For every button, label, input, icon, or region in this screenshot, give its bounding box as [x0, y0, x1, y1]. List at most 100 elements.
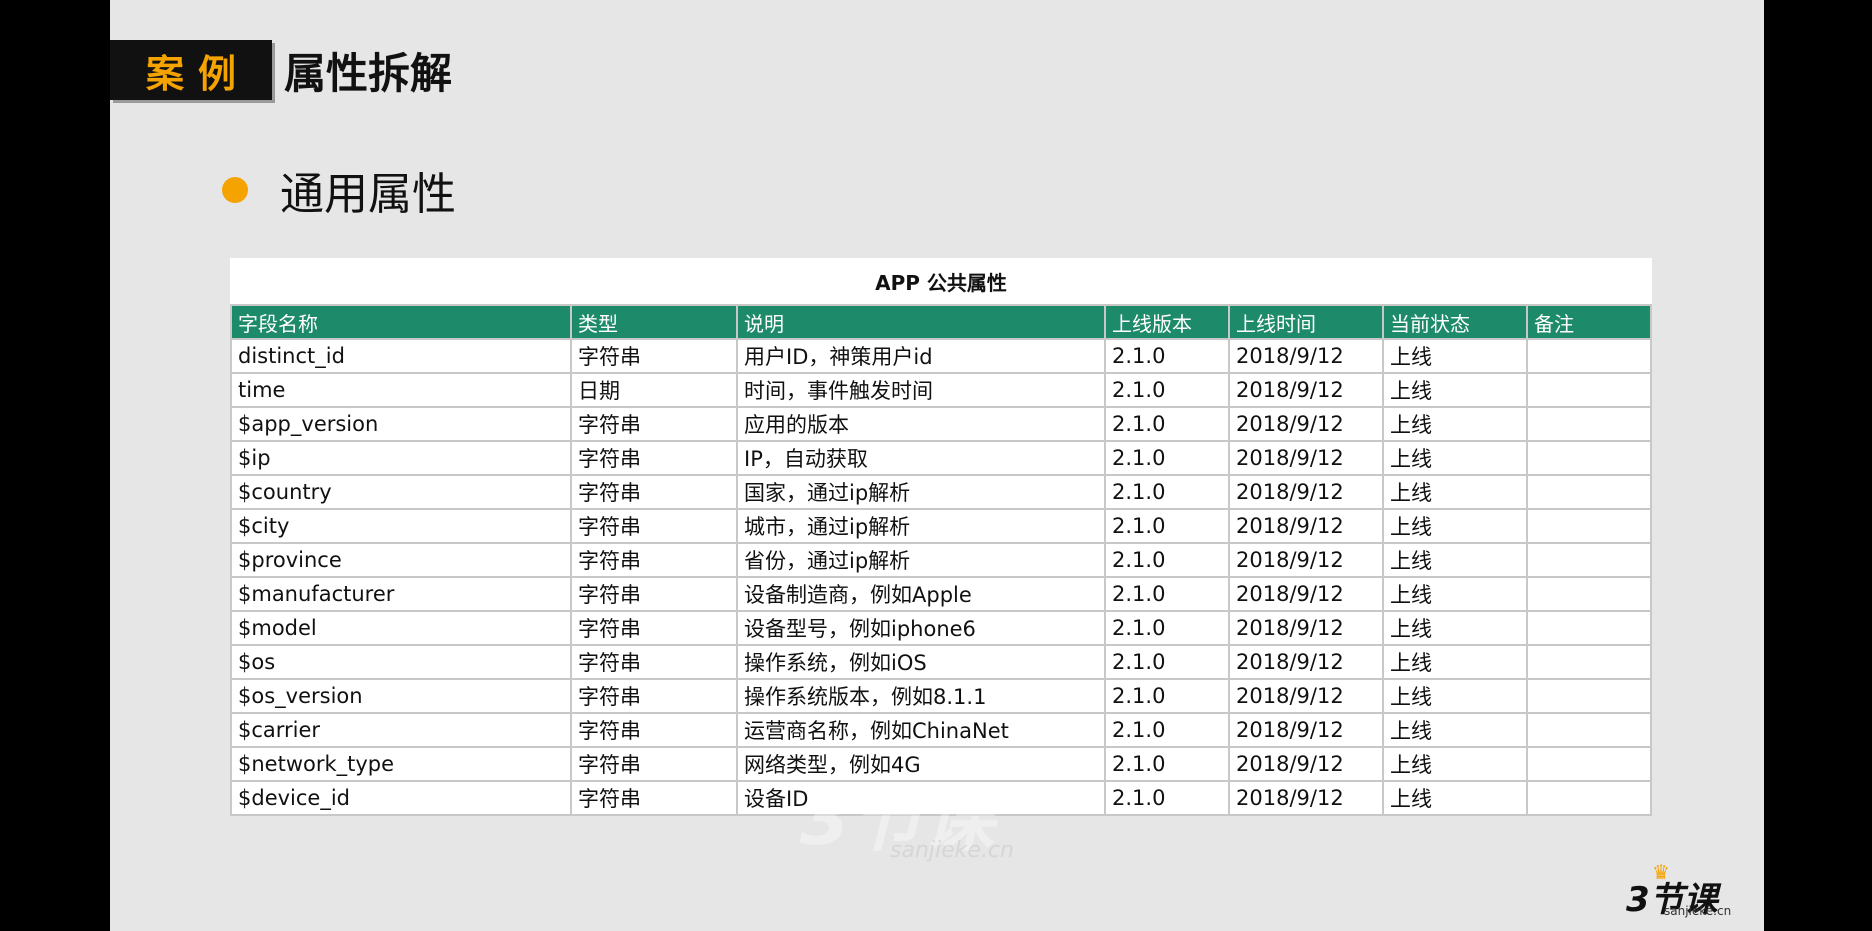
table-cell: 字符串 — [570, 780, 738, 816]
table-cell: 日期 — [570, 372, 738, 408]
table-cell: 应用的版本 — [736, 406, 1106, 442]
table-cell: distinct_id — [230, 338, 572, 374]
table-cell — [1526, 542, 1652, 578]
table-cell: 2.1.0 — [1104, 576, 1230, 612]
table-cell: 设备ID — [736, 780, 1106, 816]
table-cell: 上线 — [1382, 508, 1528, 544]
table-cell: 2018/9/12 — [1228, 644, 1384, 680]
table-cell: 上线 — [1382, 644, 1528, 680]
table-cell: 字符串 — [570, 610, 738, 646]
table-cell: 上线 — [1382, 406, 1528, 442]
table-cell — [1526, 644, 1652, 680]
table-cell: $network_type — [230, 746, 572, 782]
table-cell: 时间，事件触发时间 — [736, 372, 1106, 408]
table-row: $ip 字符串 IP，自动获取 2.1.0 2018/9/12 上线 — [230, 440, 1652, 476]
column-header: 当前状态 — [1382, 304, 1528, 340]
table-cell — [1526, 746, 1652, 782]
table-row: $app_version 字符串 应用的版本 2.1.0 2018/9/12 上线 — [230, 406, 1652, 442]
table-cell: 上线 — [1382, 746, 1528, 782]
table-row: $network_type 字符串 网络类型，例如4G 2.1.0 2018/9/12 上… — [230, 746, 1652, 782]
table-cell: 字符串 — [570, 508, 738, 544]
table-cell: $province — [230, 542, 572, 578]
table-cell: 上线 — [1382, 372, 1528, 408]
table-cell: 网络类型，例如4G — [736, 746, 1106, 782]
table-cell — [1526, 610, 1652, 646]
table-cell — [1526, 372, 1652, 408]
table-cell: 2018/9/12 — [1228, 440, 1384, 476]
table-cell: 2018/9/12 — [1228, 678, 1384, 714]
table-cell: 操作系统，例如iOS — [736, 644, 1106, 680]
table-cell: 设备型号，例如iphone6 — [736, 610, 1106, 646]
table-cell: 2018/9/12 — [1228, 542, 1384, 578]
column-header: 上线时间 — [1228, 304, 1384, 340]
table-cell: $model — [230, 610, 572, 646]
table-cell: 2.1.0 — [1104, 508, 1230, 544]
table-cell: 字符串 — [570, 406, 738, 442]
table-cell: 2018/9/12 — [1228, 508, 1384, 544]
column-header: 上线版本 — [1104, 304, 1230, 340]
table-cell: 上线 — [1382, 474, 1528, 510]
bullet-dot-icon — [222, 177, 248, 203]
table-cell — [1526, 508, 1652, 544]
table-cell: 用户ID，神策用户id — [736, 338, 1106, 374]
table-cell: 字符串 — [570, 474, 738, 510]
watermark-site: sanjieke.cn — [890, 838, 1014, 863]
table-cell: $os — [230, 644, 572, 680]
table-cell: 字符串 — [570, 576, 738, 612]
table-cell: 字符串 — [570, 542, 738, 578]
table-row: $city 字符串 城市，通过ip解析 2.1.0 2018/9/12 上线 — [230, 508, 1652, 544]
properties-table: APP 公共属性 字段名称 类型 说明 上线版本 上线时间 当前状态 备注 di… — [230, 258, 1652, 816]
table-cell: 上线 — [1382, 576, 1528, 612]
table-cell: 字符串 — [570, 678, 738, 714]
table-cell: IP，自动获取 — [736, 440, 1106, 476]
column-header: 字段名称 — [230, 304, 572, 340]
brand-logo: ♛ 3节课 sanjieke.cn — [1626, 860, 1736, 920]
table-cell: 字符串 — [570, 644, 738, 680]
table-row: $os_version 字符串 操作系统版本，例如8.1.1 2.1.0 2018/9/… — [230, 678, 1652, 714]
slide: 案例 属性拆解 通用属性 APP 公共属性 字段名称 类型 说明 上线版本 上线… — [110, 0, 1764, 931]
table-cell: $manufacturer — [230, 576, 572, 612]
table-cell: 2018/9/12 — [1228, 576, 1384, 612]
table-row: $os 字符串 操作系统，例如iOS 2.1.0 2018/9/12 上线 — [230, 644, 1652, 680]
table-cell: 2.1.0 — [1104, 406, 1230, 442]
table-cell: 上线 — [1382, 678, 1528, 714]
table-caption: APP 公共属性 — [230, 258, 1652, 304]
table-cell — [1526, 406, 1652, 442]
table-cell — [1526, 474, 1652, 510]
table-cell: 2018/9/12 — [1228, 474, 1384, 510]
table-cell: 2018/9/12 — [1228, 780, 1384, 816]
column-header: 备注 — [1526, 304, 1652, 340]
table-cell: 2018/9/12 — [1228, 338, 1384, 374]
table-cell: 2.1.0 — [1104, 474, 1230, 510]
table-cell: 2.1.0 — [1104, 644, 1230, 680]
table-cell: 上线 — [1382, 780, 1528, 816]
table-grid: 字段名称 类型 说明 上线版本 上线时间 当前状态 备注 distinct_id… — [230, 304, 1652, 816]
header-badge: 案例 — [110, 40, 272, 100]
table-cell: 字符串 — [570, 440, 738, 476]
table-cell: $city — [230, 508, 572, 544]
table-cell: 国家，通过ip解析 — [736, 474, 1106, 510]
table-cell: 2.1.0 — [1104, 372, 1230, 408]
table-cell: 2.1.0 — [1104, 610, 1230, 646]
table-cell: 2018/9/12 — [1228, 610, 1384, 646]
table-cell: time — [230, 372, 572, 408]
table-cell: 2.1.0 — [1104, 678, 1230, 714]
section-subtitle: 通用属性 — [280, 169, 456, 220]
table-cell: 2.1.0 — [1104, 338, 1230, 374]
table-cell: 上线 — [1382, 542, 1528, 578]
table-cell: 字符串 — [570, 746, 738, 782]
table-cell: 字符串 — [570, 338, 738, 374]
table-cell — [1526, 712, 1652, 748]
table-cell — [1526, 440, 1652, 476]
table-cell: 2.1.0 — [1104, 440, 1230, 476]
table-header-row: 字段名称 类型 说明 上线版本 上线时间 当前状态 备注 — [230, 304, 1652, 340]
table-cell — [1526, 338, 1652, 374]
table-row: distinct_id 字符串 用户ID，神策用户id 2.1.0 2018/9/12 上… — [230, 338, 1652, 374]
table-row: $manufacturer 字符串 设备制造商，例如Apple 2.1.0 2018/9… — [230, 576, 1652, 612]
table-cell: 2018/9/12 — [1228, 746, 1384, 782]
table-cell: 2.1.0 — [1104, 712, 1230, 748]
table-row: $model 字符串 设备型号，例如iphone6 2.1.0 2018/9/12 上线 — [230, 610, 1652, 646]
logo-site: sanjieke.cn — [1664, 904, 1732, 918]
table-cell: 运营商名称，例如ChinaNet — [736, 712, 1106, 748]
table-cell: 省份，通过ip解析 — [736, 542, 1106, 578]
